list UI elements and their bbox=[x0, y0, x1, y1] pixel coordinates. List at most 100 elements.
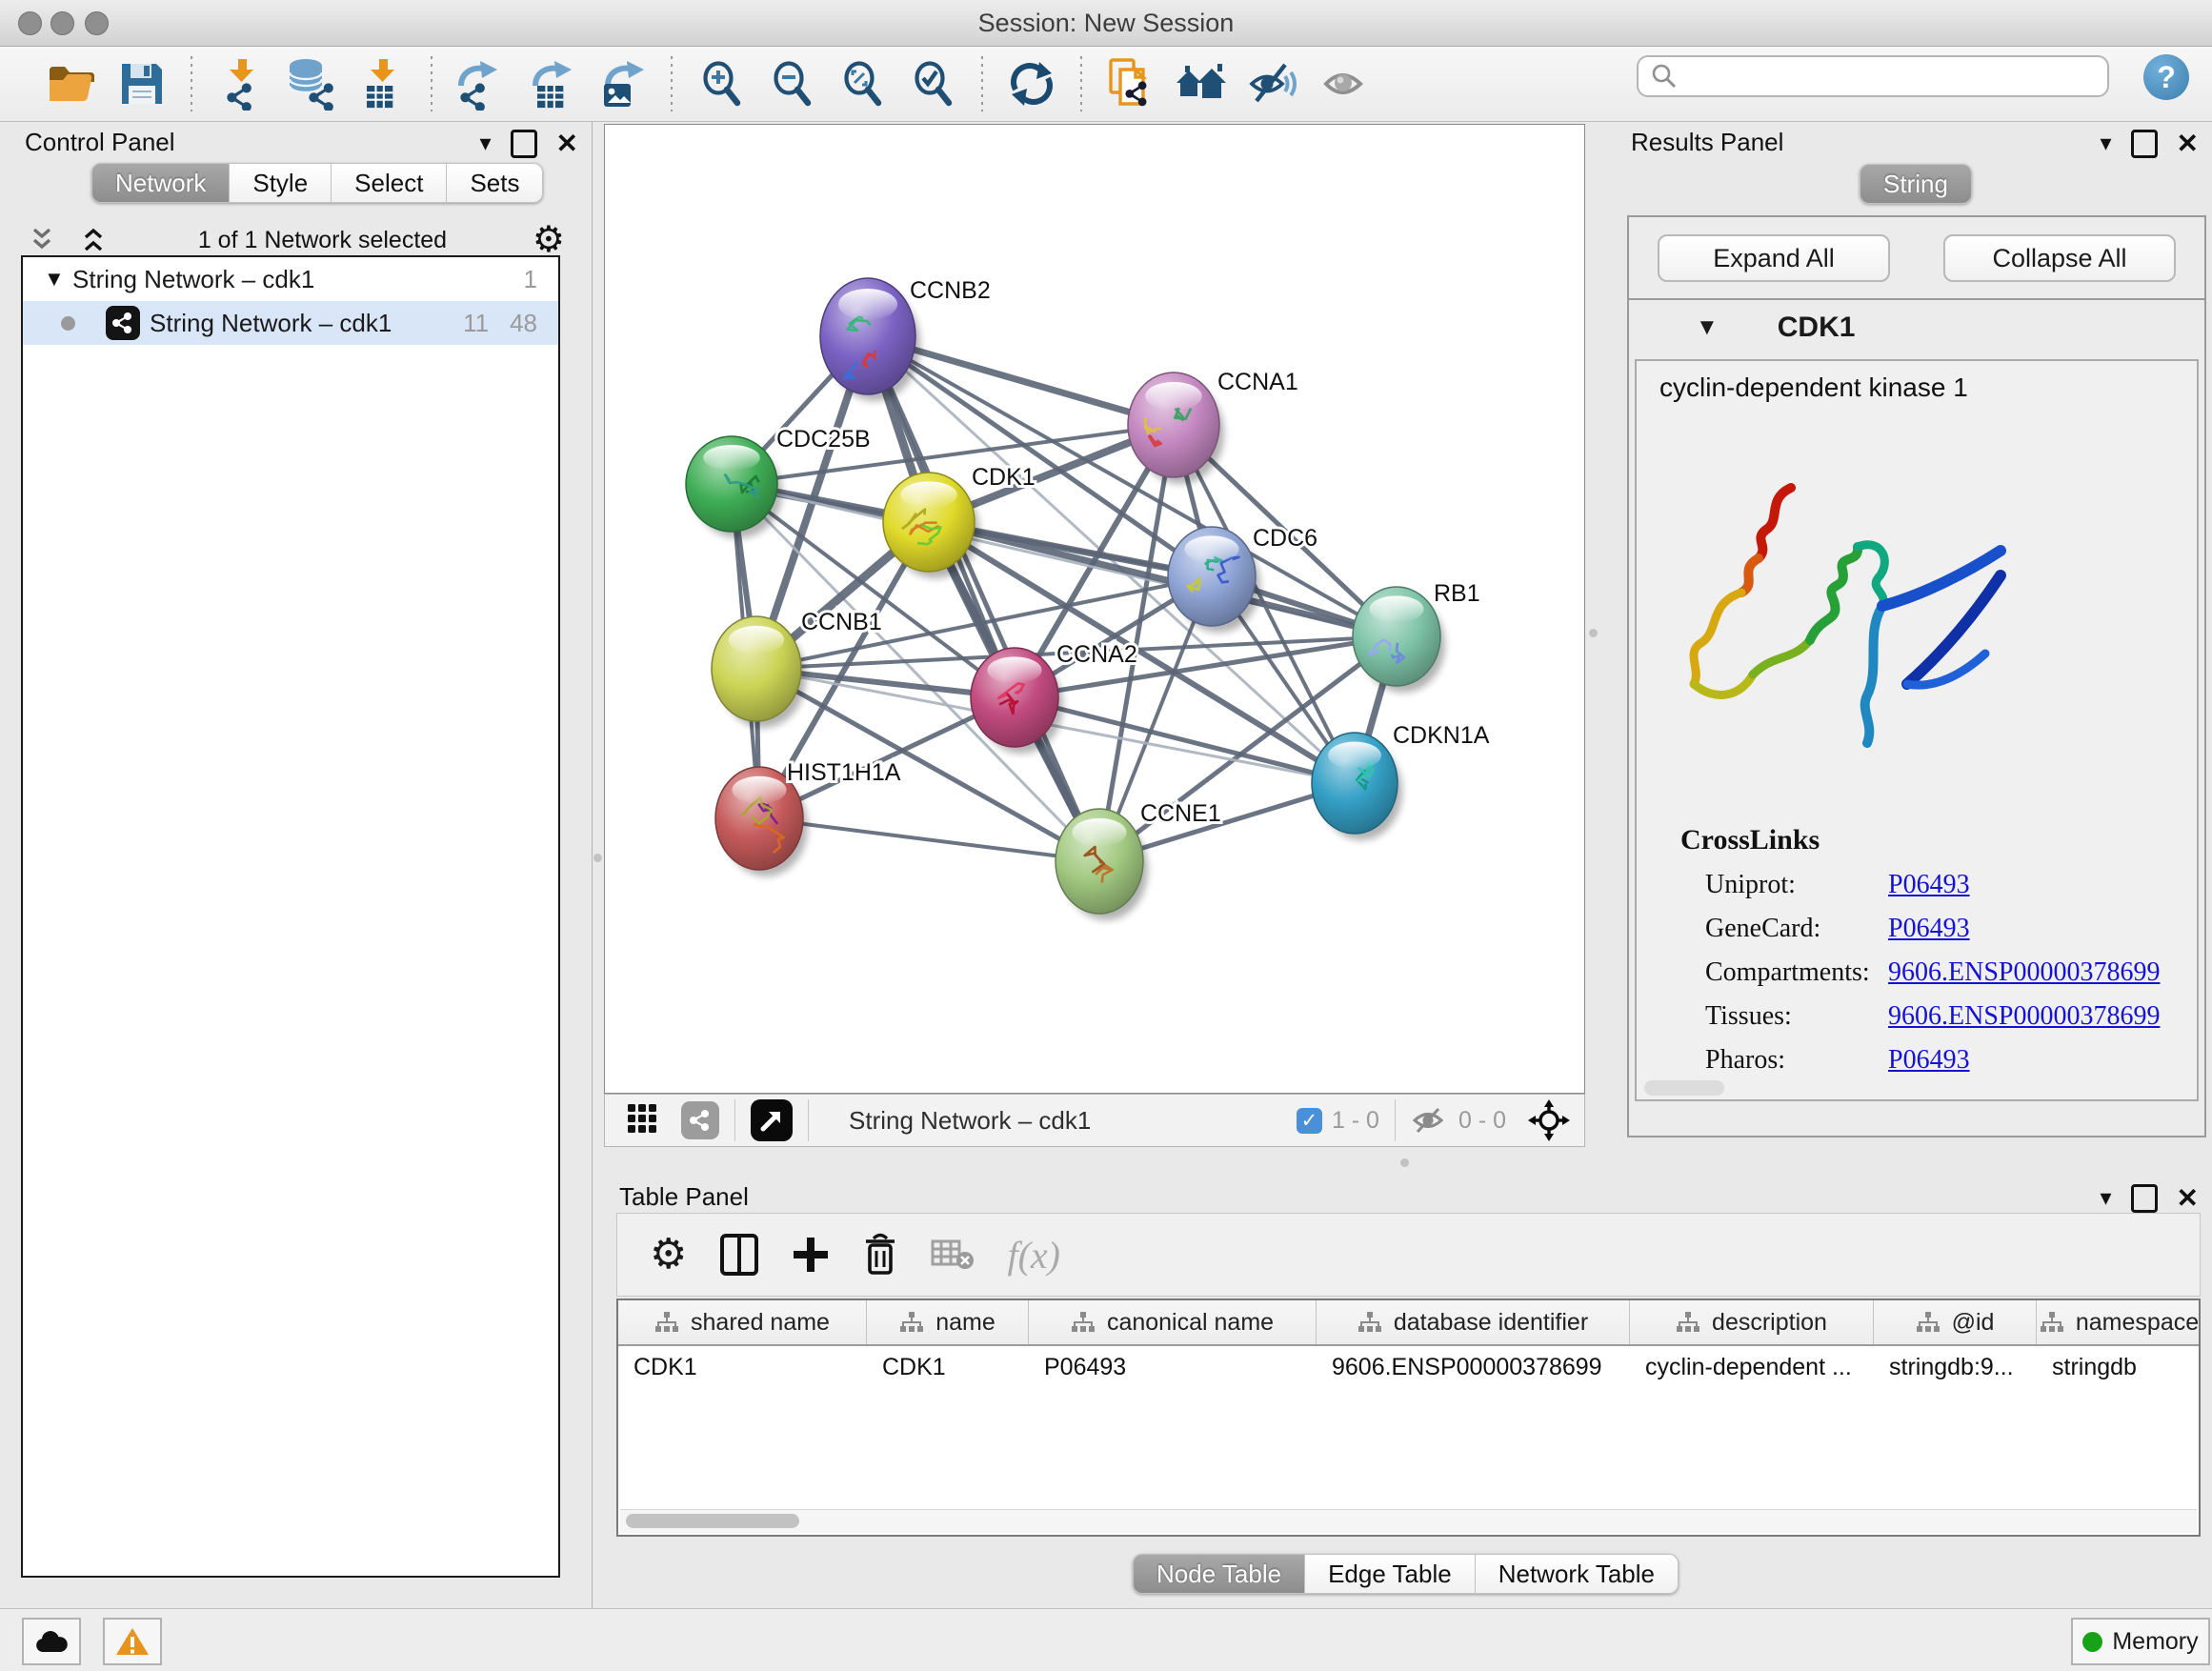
crosslink-link[interactable]: 9606.ENSP00000378699 bbox=[1888, 957, 2160, 988]
tab-string[interactable]: String bbox=[1860, 164, 1972, 204]
panel-float-icon[interactable]: ▾ bbox=[479, 130, 491, 157]
hide-results-icon[interactable] bbox=[1242, 57, 1301, 111]
export-image-icon[interactable] bbox=[593, 57, 652, 111]
node-table[interactable]: shared namenamecanonical namedatabase id… bbox=[616, 1299, 2201, 1537]
gene-header-row[interactable]: ▼ CDK1 bbox=[1629, 300, 2204, 355]
table-cell[interactable]: P06493 bbox=[1029, 1354, 1317, 1381]
grid-view-icon[interactable] bbox=[628, 1104, 666, 1137]
crosslink-link[interactable]: P06493 bbox=[1888, 914, 1970, 944]
string-import-icon[interactable] bbox=[1101, 57, 1160, 111]
show-columns-icon[interactable] bbox=[719, 1233, 759, 1277]
zoom-fit-icon[interactable] bbox=[833, 57, 892, 111]
network-collection-row[interactable]: ▼ String Network – cdk1 1 bbox=[23, 257, 558, 301]
vertical-splitter-handle[interactable] bbox=[1589, 629, 1598, 637]
horizontal-splitter-handle[interactable] bbox=[1400, 1158, 1409, 1167]
refresh-icon[interactable] bbox=[1002, 57, 1061, 111]
panel-maximize-icon[interactable] bbox=[511, 130, 537, 158]
gene-collapse-icon[interactable]: ▼ bbox=[1696, 314, 1719, 341]
help-button[interactable]: ? bbox=[2143, 54, 2189, 100]
column-header-database-identifier[interactable]: database identifier bbox=[1317, 1300, 1630, 1344]
export-network-icon[interactable] bbox=[452, 57, 511, 111]
open-in-new-window-icon[interactable] bbox=[751, 1099, 793, 1141]
table-cell[interactable]: cyclin-dependent ... bbox=[1630, 1354, 1874, 1381]
warnings-button[interactable] bbox=[103, 1618, 162, 1665]
selected-count: 1 - 0 bbox=[1332, 1107, 1379, 1135]
network-node-HIST1H1A[interactable]: HIST1H1A bbox=[715, 759, 901, 876]
network-node-RB1[interactable]: RB1 bbox=[1353, 580, 1480, 693]
panel-maximize-icon[interactable] bbox=[2131, 130, 2158, 158]
network-node-CCNB2[interactable]: CCNB2 bbox=[820, 277, 991, 401]
panel-float-icon[interactable]: ▾ bbox=[2100, 130, 2111, 157]
import-network-icon[interactable] bbox=[211, 57, 271, 111]
panel-close-icon[interactable]: ✕ bbox=[556, 128, 578, 159]
tab-network-table[interactable]: Network Table bbox=[1476, 1554, 1679, 1594]
tab-style[interactable]: Style bbox=[230, 163, 332, 203]
show-results-icon[interactable] bbox=[1313, 57, 1372, 111]
zoom-selected-icon[interactable] bbox=[903, 57, 962, 111]
panel-float-icon[interactable]: ▾ bbox=[2100, 1184, 2111, 1212]
export-table-icon[interactable] bbox=[522, 57, 581, 111]
network-node-CDKN1A[interactable]: CDKN1A bbox=[1312, 722, 1490, 840]
panel-maximize-icon[interactable] bbox=[2131, 1184, 2158, 1213]
network-canvas[interactable]: CCNB2CCNA1CDC25BCDK1CDC6RB1CCNB1CCNA2CDK… bbox=[604, 124, 1585, 1094]
expand-all-button[interactable]: Expand All bbox=[1658, 234, 1890, 282]
expand-all-icon[interactable] bbox=[78, 226, 112, 254]
zoom-out-icon[interactable] bbox=[762, 57, 821, 111]
table-cell[interactable]: stringdb:9... bbox=[1874, 1354, 2037, 1381]
search-field[interactable] bbox=[1637, 55, 2109, 97]
results-scrollbar[interactable] bbox=[1644, 1080, 1724, 1096]
column-header-@id[interactable]: @id bbox=[1874, 1300, 2037, 1344]
crosslink-label: GeneCard: bbox=[1705, 914, 1888, 944]
tab-edge-table[interactable]: Edge Table bbox=[1305, 1554, 1476, 1594]
import-network-database-icon[interactable] bbox=[282, 57, 341, 111]
table-cell[interactable]: 9606.ENSP00000378699 bbox=[1317, 1354, 1630, 1381]
open-session-icon[interactable] bbox=[42, 57, 101, 111]
column-header-description[interactable]: description bbox=[1630, 1300, 1874, 1344]
string-home-icon[interactable] bbox=[1172, 57, 1231, 111]
network-options-gear-icon[interactable]: ⚙ bbox=[533, 222, 565, 258]
zoom-in-icon[interactable] bbox=[692, 57, 751, 111]
crosslink-link[interactable]: P06493 bbox=[1888, 870, 1970, 900]
crosslink-link[interactable]: 9606.ENSP00000378699 bbox=[1888, 1001, 2160, 1032]
panel-close-icon[interactable]: ✕ bbox=[2177, 128, 2199, 159]
save-session-icon[interactable] bbox=[112, 57, 171, 111]
network-node-CCNE1[interactable]: CCNE1 bbox=[1056, 800, 1221, 920]
vertical-splitter-handle[interactable] bbox=[593, 854, 602, 862]
delete-column-icon[interactable] bbox=[862, 1233, 898, 1277]
tab-node-table[interactable]: Node Table bbox=[1133, 1554, 1305, 1594]
column-header-namespace[interactable]: namespace bbox=[2037, 1300, 2201, 1344]
column-header-name[interactable]: name bbox=[867, 1300, 1029, 1344]
table-cell[interactable]: stringdb bbox=[2037, 1354, 2201, 1381]
column-header-shared-name[interactable]: shared name bbox=[618, 1300, 867, 1344]
table-cell[interactable]: CDK1 bbox=[867, 1354, 1029, 1381]
tab-select[interactable]: Select bbox=[332, 163, 447, 203]
crosslink-link[interactable]: P06493 bbox=[1888, 1045, 1970, 1076]
cloud-status-button[interactable] bbox=[22, 1618, 81, 1665]
collapse-all-icon[interactable] bbox=[27, 226, 61, 254]
birds-eye-view-icon[interactable] bbox=[1527, 1098, 1571, 1142]
tree-expander-icon[interactable]: ▼ bbox=[44, 267, 72, 292]
collapse-all-button[interactable]: Collapse All bbox=[1943, 234, 2176, 282]
table-row[interactable]: CDK1CDK1P064939606.ENSP00000378699cyclin… bbox=[618, 1346, 2199, 1388]
selected-checkbox-icon[interactable]: ✓ bbox=[1297, 1108, 1322, 1134]
network-graph[interactable]: CCNB2CCNA1CDC25BCDK1CDC6RB1CCNB1CCNA2CDK… bbox=[605, 125, 1584, 1093]
import-table-icon[interactable] bbox=[352, 57, 412, 111]
panel-close-icon[interactable]: ✕ bbox=[2177, 1182, 2199, 1214]
network-node-CDK1[interactable]: CDK1 bbox=[883, 464, 1036, 578]
toolbar-separator bbox=[1080, 56, 1082, 111]
table-options-gear-icon[interactable]: ⚙ bbox=[650, 1234, 687, 1276]
network-edge[interactable] bbox=[759, 818, 1099, 861]
search-input[interactable] bbox=[1679, 62, 2107, 91]
toolbar-separator bbox=[671, 56, 673, 111]
table-cell[interactable]: CDK1 bbox=[618, 1354, 867, 1381]
tab-network[interactable]: Network bbox=[91, 163, 230, 203]
network-row[interactable]: String Network – cdk1 11 48 bbox=[23, 301, 558, 345]
network-node-CCNA1[interactable]: CCNA1 bbox=[1128, 369, 1298, 484]
table-scrollbar[interactable] bbox=[620, 1509, 2197, 1533]
column-header-canonical-name[interactable]: canonical name bbox=[1029, 1300, 1317, 1344]
network-node-CCNB1[interactable]: CCNB1 bbox=[712, 609, 882, 728]
tab-sets[interactable]: Sets bbox=[447, 163, 543, 203]
scrollbar-thumb[interactable] bbox=[626, 1514, 799, 1528]
create-column-icon[interactable] bbox=[792, 1236, 830, 1274]
memory-button[interactable]: Memory bbox=[2071, 1618, 2210, 1665]
